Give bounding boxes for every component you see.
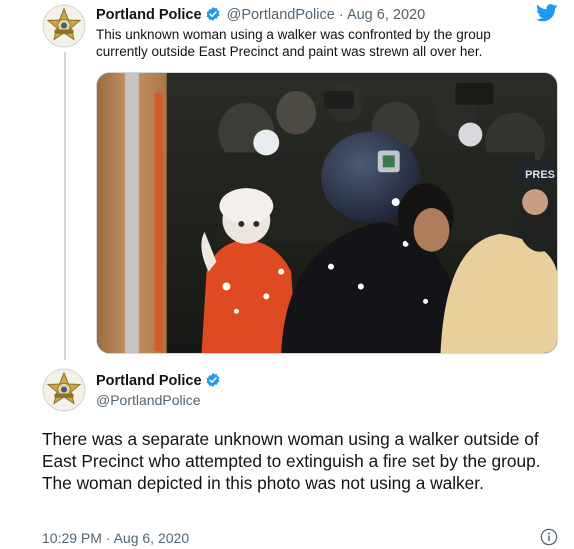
tweet2-author-name[interactable]: Portland Police [96, 373, 202, 389]
verified-badge-icon [205, 372, 221, 388]
press-vest-text: PRES [525, 169, 555, 181]
tweet1-author-name[interactable]: Portland Police [96, 7, 202, 23]
tweet2-text: There was a separate unknown woman using… [42, 429, 541, 493]
tweet1-separator: · [338, 7, 344, 23]
police-star-badge-icon [42, 4, 86, 48]
twitter-bird-icon[interactable] [536, 4, 558, 22]
protest-scene-image: PRES [97, 73, 557, 353]
tweet1-photo[interactable]: PRES [96, 72, 558, 354]
info-icon[interactable] [540, 528, 558, 546]
tweet2-timestamp[interactable]: 10:29 PM · Aug 6, 2020 [42, 530, 189, 546]
tweet1-text: This unknown woman using a walker was co… [96, 27, 491, 59]
avatar-police-badge[interactable] [42, 4, 86, 48]
tweet2-author-handle[interactable]: @PortlandPolice [96, 392, 201, 408]
avatar-police-badge[interactable] [42, 368, 86, 412]
thread-connector-line [64, 52, 66, 360]
police-star-badge-icon [42, 368, 86, 412]
tweet1-date[interactable]: Aug 6, 2020 [347, 7, 425, 23]
tweet1-header: Portland Police @PortlandPolice · Aug 6,… [96, 6, 425, 23]
tweet2-author-name-row: Portland Police [96, 372, 223, 389]
tweet1-author-handle[interactable]: @PortlandPolice [227, 7, 335, 23]
verified-badge-icon [205, 6, 221, 22]
